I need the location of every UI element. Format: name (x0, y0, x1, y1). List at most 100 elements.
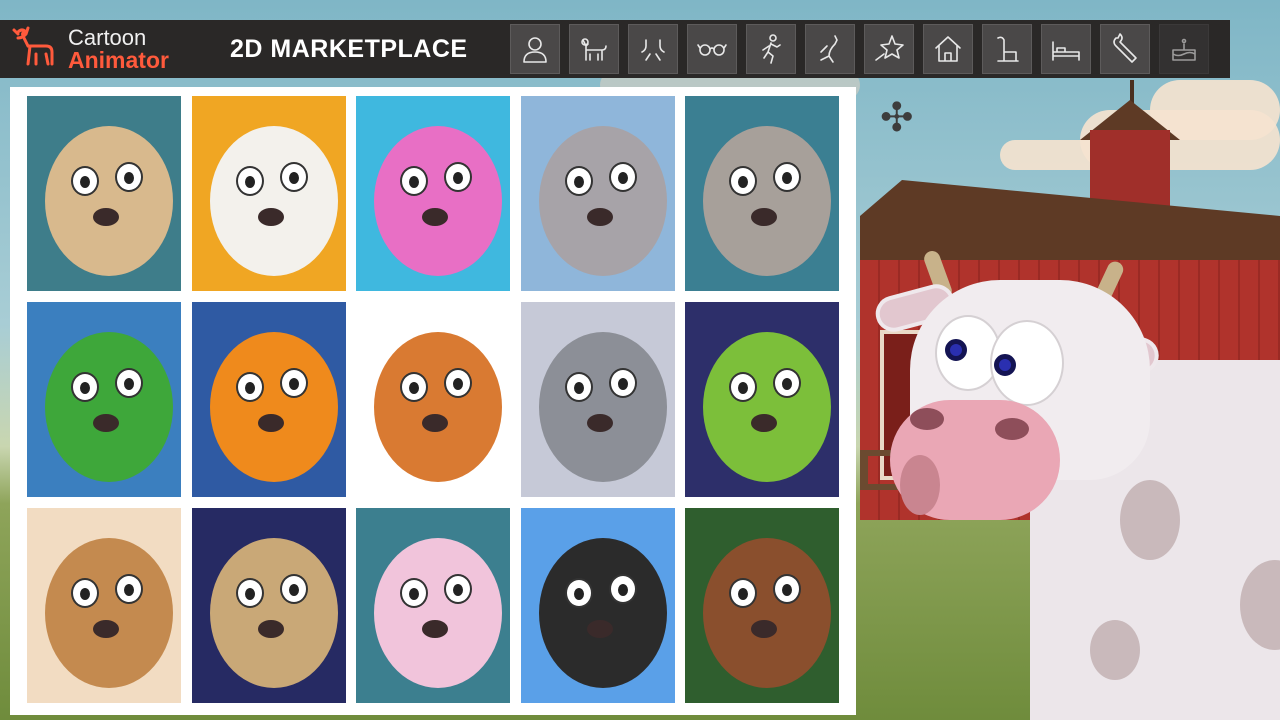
fly-eye (608, 574, 637, 604)
character-card-dog[interactable] (27, 96, 181, 291)
cow-character (871, 240, 1280, 720)
cake-icon (1172, 38, 1196, 61)
chameleon-portrait (703, 332, 831, 482)
wrench-icon (1113, 33, 1137, 63)
fly-portrait (538, 538, 667, 688)
hamster-eye (400, 372, 428, 402)
character-card-sheep[interactable] (685, 96, 839, 291)
cow-spot (1090, 620, 1140, 680)
sheep-portrait (703, 126, 831, 276)
koala-nose (586, 208, 613, 226)
rabbit-eye (400, 578, 428, 608)
butterfly-eye (279, 368, 308, 398)
butterfly-eye (235, 372, 264, 402)
character-card-fish[interactable] (356, 96, 510, 291)
cow-spot (1240, 560, 1280, 650)
character-card-dinosaur[interactable] (27, 302, 181, 497)
fish-portrait (374, 126, 502, 276)
hamster-portrait (374, 332, 502, 482)
hamster-eye (444, 368, 472, 398)
cat-nose (586, 414, 613, 432)
category-people-button[interactable] (510, 24, 560, 74)
chihuahua-nose (257, 620, 284, 638)
brand-text: Cartoon Animator (68, 25, 169, 72)
dinosaur-eye (71, 372, 99, 402)
cockatoo-eye (235, 166, 264, 196)
top-bar: Cartoon Animator 2D MARKETPLACE (0, 20, 1230, 78)
character-card-butterfly[interactable] (191, 302, 346, 497)
owl-eye (729, 578, 757, 608)
cockatoo-nose (257, 208, 284, 226)
running-figure-icon (762, 34, 781, 64)
cow-mouth (900, 455, 940, 515)
bear-nose (93, 620, 119, 638)
fish-eye (444, 162, 472, 192)
owl-eye (773, 574, 801, 604)
animal-pose-icon (820, 35, 838, 63)
chameleon-nose (751, 414, 777, 432)
koala-eye (564, 166, 593, 196)
cat-portrait (538, 332, 667, 482)
owl-portrait (703, 538, 831, 688)
category-events-button[interactable] (1159, 24, 1209, 74)
butterfly-portrait (209, 332, 338, 482)
character-card-bear[interactable] (27, 508, 181, 703)
fish-eye (400, 166, 428, 196)
stool-icon (997, 36, 1019, 62)
category-furniture-button[interactable] (1041, 24, 1091, 74)
rabbit-eye (444, 574, 472, 604)
cat-eye (564, 372, 593, 402)
dog-eye (71, 166, 99, 196)
bear-eye (71, 578, 99, 608)
koala-portrait (538, 126, 667, 276)
character-card-fly[interactable] (520, 508, 675, 703)
dinosaur-portrait (45, 332, 173, 482)
glasses-icon (697, 44, 727, 56)
character-card-chameleon[interactable] (685, 302, 839, 497)
arrows-icon (641, 39, 665, 61)
cow-nostril (995, 418, 1029, 440)
category-scenes-button[interactable] (923, 24, 973, 74)
category-accessories-button[interactable] (687, 24, 737, 74)
rabbit-portrait (374, 538, 502, 688)
fly-nose (586, 620, 613, 638)
star-icon (875, 35, 904, 61)
character-grid-panel (10, 87, 856, 715)
brand-line1: Cartoon (68, 25, 147, 50)
category-effects-button[interactable] (864, 24, 914, 74)
rabbit-nose (422, 620, 448, 638)
character-card-cat[interactable] (520, 302, 675, 497)
cow-spot (1120, 480, 1180, 560)
category-props-button[interactable] (982, 24, 1032, 74)
character-grid (27, 96, 856, 703)
character-card-chihuahua[interactable] (191, 508, 346, 703)
character-card-cockatoo[interactable] (191, 96, 346, 291)
category-human-motion-button[interactable] (746, 24, 796, 74)
dinosaur-nose (93, 414, 119, 432)
hamster-nose (422, 414, 448, 432)
cow-eye (990, 320, 1064, 406)
category-toolbar (510, 24, 1209, 74)
koala-eye (608, 162, 637, 192)
bear-portrait (45, 538, 173, 688)
sheep-nose (751, 208, 777, 226)
character-card-koala[interactable] (520, 96, 675, 291)
character-card-hamster[interactable] (356, 302, 510, 497)
chihuahua-eye (235, 578, 264, 608)
person-icon (523, 37, 547, 63)
bed-icon (1052, 41, 1080, 61)
category-animal-motion-button[interactable] (805, 24, 855, 74)
category-animals-button[interactable] (569, 24, 619, 74)
brand-logo[interactable]: Cartoon Animator (0, 20, 230, 78)
character-card-rabbit[interactable] (356, 508, 510, 703)
bear-eye (115, 574, 143, 604)
cat-eye (608, 368, 637, 398)
character-card-owl[interactable] (685, 508, 839, 703)
fly-eye (564, 578, 593, 608)
cockatoo-portrait (209, 126, 338, 276)
chameleon-eye (773, 368, 801, 398)
category-tools-button[interactable] (1100, 24, 1150, 74)
category-motion-button[interactable] (628, 24, 678, 74)
house-icon (935, 36, 961, 62)
chihuahua-eye (279, 574, 308, 604)
